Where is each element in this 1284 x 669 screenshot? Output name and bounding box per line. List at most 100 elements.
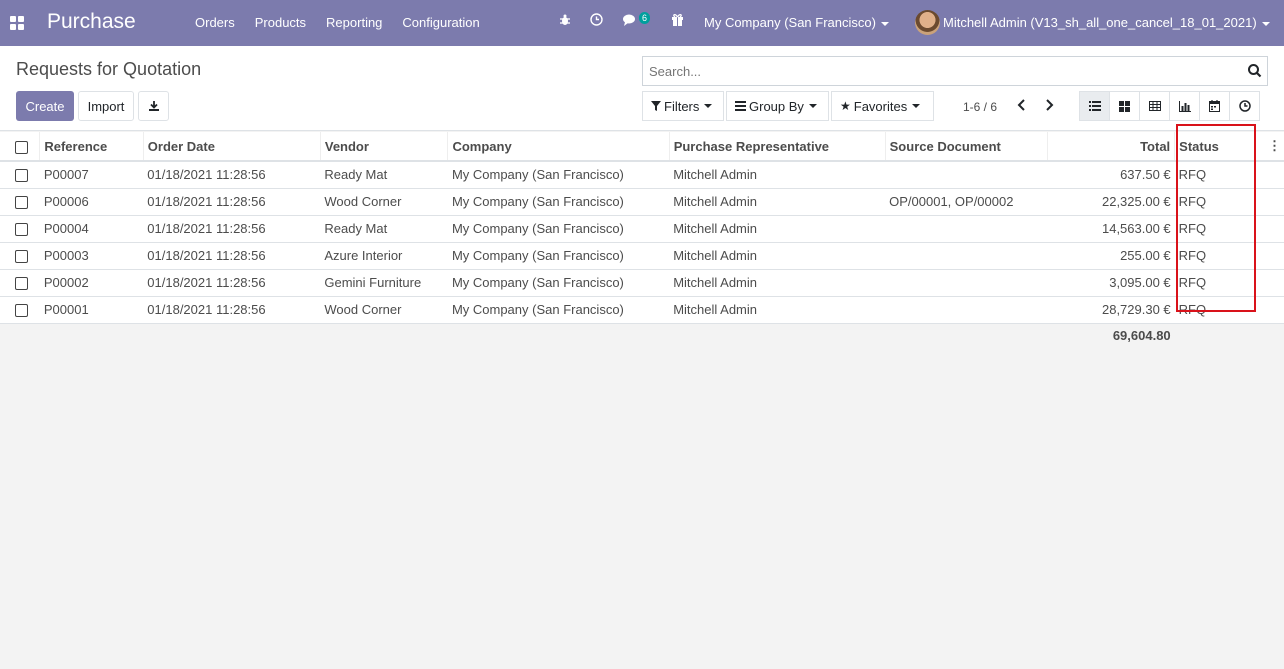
row-checkbox[interactable]	[15, 196, 28, 210]
representative-cell: Mitchell Admin	[669, 269, 886, 297]
create-button[interactable]: Create	[16, 91, 74, 121]
gift-icon[interactable]	[671, 13, 684, 29]
menu-orders[interactable]: Orders	[195, 15, 235, 30]
row-spacer-cell	[1264, 296, 1284, 324]
table-row[interactable]: P00002 01/18/2021 11:28:56 Gemini Furnitur…	[0, 269, 1284, 297]
company-cell: My Company (San Francisco)	[447, 188, 670, 216]
activity-view-button[interactable]	[1229, 91, 1260, 121]
representative-cell: Mitchell Admin	[669, 215, 886, 243]
apps-menu-icon[interactable]	[10, 16, 24, 30]
control-panel: Requests for Quotation Create Import Fil…	[0, 46, 1284, 131]
page-title: Requests for Quotation	[16, 59, 202, 79]
order-date-cell: 01/18/2021 11:28:56	[143, 188, 321, 216]
order-date-cell: 01/18/2021 11:28:56	[143, 269, 321, 297]
row-checkbox[interactable]	[15, 304, 28, 318]
col-total[interactable]: Total	[1047, 132, 1175, 162]
pager-next-button[interactable]	[1044, 98, 1054, 114]
col-company[interactable]: Company	[447, 132, 670, 162]
rfq-table: Reference Order Date Vendor Company Purc…	[0, 132, 1284, 348]
col-purchase-representative[interactable]: Purchase Representative	[668, 132, 886, 162]
col-source-document[interactable]: Source Document	[884, 132, 1048, 162]
filters-label: Filters	[664, 98, 700, 114]
avatar[interactable]	[915, 10, 940, 35]
col-reference[interactable]: Reference	[39, 132, 144, 162]
reference-cell: P00002	[39, 269, 144, 297]
download-button[interactable]	[138, 91, 169, 121]
total-cell: 255.00 €	[1047, 242, 1175, 270]
rfq-list: Reference Order Date Vendor Company Purc…	[0, 132, 1284, 348]
col-order-date[interactable]: Order Date	[142, 132, 321, 162]
graph-view-button[interactable]	[1169, 91, 1200, 121]
status-cell: RFQ	[1174, 188, 1264, 216]
total-cell: 3,095.00 €	[1047, 269, 1175, 297]
aggregate-spacer	[0, 323, 1048, 348]
representative-cell: Mitchell Admin	[669, 188, 886, 216]
user-name: Mitchell Admin (V13_sh_all_one_cancel_18…	[943, 15, 1257, 30]
select-all-checkbox[interactable]	[15, 140, 28, 154]
status-cell: RFQ	[1174, 296, 1264, 324]
menu-reporting[interactable]: Reporting	[326, 15, 382, 30]
vendor-cell: Ready Mat	[320, 215, 448, 243]
row-select-cell	[0, 296, 40, 324]
user-menu[interactable]: Mitchell Admin (V13_sh_all_one_cancel_18…	[943, 15, 1270, 30]
app-name[interactable]: Purchase	[47, 10, 136, 34]
optional-columns-toggle[interactable]: ⋮	[1264, 132, 1284, 162]
reference-cell: P00004	[39, 215, 144, 243]
star-icon: ★	[840, 99, 851, 113]
table-row[interactable]: P00001 01/18/2021 11:28:56 Wood Corner My C…	[0, 296, 1284, 324]
aggregate-row: 69,604.80	[0, 323, 1284, 348]
bug-icon[interactable]	[559, 13, 571, 29]
table-row[interactable]: P00003 01/18/2021 11:28:56 Azure Interior M…	[0, 242, 1284, 270]
col-vendor[interactable]: Vendor	[319, 132, 448, 162]
filters-button[interactable]: Filters	[642, 91, 724, 121]
row-select-cell	[0, 188, 40, 216]
kanban-view-button[interactable]	[1109, 91, 1140, 121]
pivot-view-button[interactable]	[1139, 91, 1170, 121]
status-cell: RFQ	[1174, 269, 1264, 297]
table-row[interactable]: P00004 01/18/2021 11:28:56 Ready Mat My Com…	[0, 215, 1284, 243]
favorites-label: Favorites	[853, 98, 908, 114]
list-view-button[interactable]	[1079, 91, 1110, 121]
company-cell: My Company (San Francisco)	[447, 215, 670, 243]
vendor-cell: Azure Interior	[320, 242, 448, 270]
menu-products[interactable]: Products	[255, 15, 306, 30]
row-checkbox[interactable]	[15, 223, 28, 237]
row-checkbox[interactable]	[15, 250, 28, 264]
calendar-view-button[interactable]	[1199, 91, 1230, 121]
bar-chart-icon	[1178, 100, 1191, 112]
company-switcher[interactable]: My Company (San Francisco)	[704, 15, 889, 30]
row-spacer-cell	[1264, 188, 1284, 216]
total-cell: 14,563.00 €	[1047, 215, 1175, 243]
activity-clock-icon[interactable]	[590, 13, 603, 29]
order-date-cell: 01/18/2021 11:28:56	[143, 215, 321, 243]
favorites-button[interactable]: ★ Favorites	[831, 91, 934, 121]
clock-icon	[1238, 100, 1251, 112]
groupby-button[interactable]: Group By	[726, 91, 829, 121]
vertical-ellipsis-icon: ⋮	[1268, 138, 1281, 153]
menu-configuration[interactable]: Configuration	[402, 15, 479, 30]
source-document-cell	[885, 215, 1048, 243]
chevron-left-icon	[1017, 99, 1025, 111]
import-button[interactable]: Import	[78, 91, 134, 121]
search-icon[interactable]	[1247, 63, 1262, 81]
messages-icon[interactable]	[623, 13, 637, 29]
order-date-cell: 01/18/2021 11:28:56	[143, 242, 321, 270]
download-icon	[148, 101, 159, 111]
table-row[interactable]: P00006 01/18/2021 11:28:56 Wood Corner My C…	[0, 188, 1284, 216]
filter-icon	[651, 101, 661, 111]
row-checkbox[interactable]	[15, 277, 28, 291]
row-checkbox[interactable]	[15, 169, 28, 183]
col-status[interactable]: Status	[1174, 132, 1264, 162]
table-row[interactable]: P00007 01/18/2021 11:28:56 Ready Mat My Com…	[0, 161, 1284, 189]
row-select-cell	[0, 242, 40, 270]
main-menu: Orders Products Reporting Configuration	[195, 15, 500, 30]
chevron-down-icon	[912, 104, 921, 108]
chevron-down-icon	[880, 21, 889, 26]
chevron-right-icon	[1046, 99, 1054, 111]
total-cell: 22,325.00 €	[1047, 188, 1175, 216]
representative-cell: Mitchell Admin	[669, 242, 886, 270]
source-document-cell: OP/00001, OP/00002	[885, 188, 1048, 216]
search-input[interactable]	[643, 57, 1233, 85]
pager-previous-button[interactable]	[1017, 98, 1027, 114]
pager-value[interactable]: 1-6 / 6	[963, 100, 997, 114]
